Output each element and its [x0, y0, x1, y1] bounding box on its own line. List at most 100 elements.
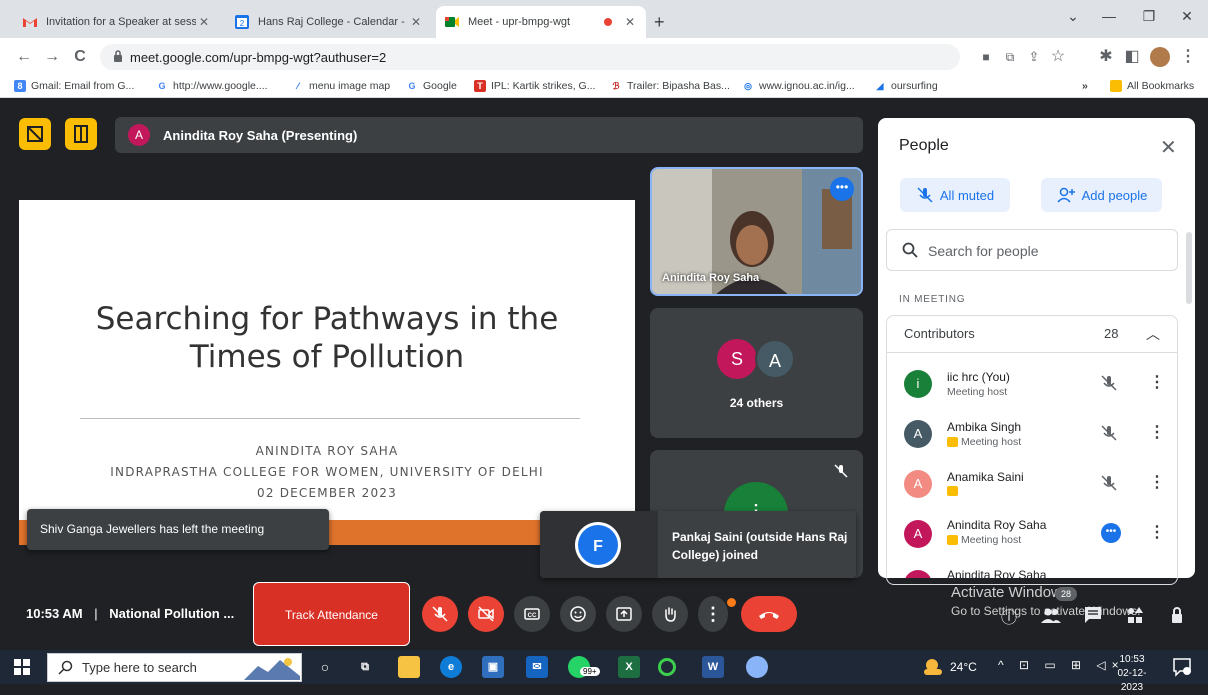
- participant-more-button[interactable]: ⋮: [1149, 372, 1165, 392]
- lock-icon[interactable]: [112, 49, 124, 63]
- menu-icon[interactable]: ⋮: [1178, 47, 1198, 67]
- extensions-icon[interactable]: ✱: [1096, 47, 1116, 67]
- tab-search-chevron-icon[interactable]: ⌄: [1058, 8, 1088, 28]
- system-tray-icons[interactable]: ^ ⊡ ▭ ⊞ ◁×: [998, 658, 1125, 672]
- all-muted-button[interactable]: All muted: [900, 178, 1010, 212]
- participant-role: Meeting host: [947, 386, 1007, 398]
- star-icon[interactable]: ☆: [1048, 47, 1068, 67]
- chevron-up-icon[interactable]: ︿: [1146, 324, 1160, 344]
- host-controls-icon[interactable]: [1166, 604, 1188, 626]
- new-tab-button[interactable]: +: [654, 12, 665, 33]
- tab-gmail[interactable]: Invitation for a Speaker at sessio ✕: [14, 6, 220, 38]
- chat-icon[interactable]: [1082, 604, 1104, 626]
- search-placeholder: Search for people: [928, 243, 1039, 259]
- contributors-label[interactable]: Contributors: [904, 326, 975, 341]
- participant-row[interactable]: A Anindita Roy Saha: [887, 558, 1177, 578]
- svg-text:CC: CC: [528, 613, 537, 619]
- others-tile[interactable]: [650, 308, 863, 438]
- panel-scrollbar[interactable]: [1186, 232, 1192, 304]
- more-bookmarks-button[interactable]: »: [1082, 80, 1088, 92]
- all-bookmarks-button[interactable]: All Bookmarks: [1110, 80, 1194, 92]
- bookmark-item[interactable]: ℬ Trailer: Bipasha Bas...: [610, 80, 730, 92]
- mail-icon[interactable]: ✉: [526, 656, 548, 678]
- chrome-icon[interactable]: [746, 656, 768, 678]
- participant-row[interactable]: A Anindita Roy Saha Meeting host ••• ⋮: [887, 508, 1177, 558]
- bookmark-item[interactable]: G Google: [406, 80, 457, 92]
- svg-text:F: F: [593, 538, 603, 555]
- participant-row[interactable]: A Ambika Singh Meeting host ⋮: [887, 408, 1177, 458]
- bookmark-item[interactable]: ⁄ menu image map: [292, 80, 390, 92]
- reload-icon[interactable]: C: [70, 47, 90, 67]
- forward-icon[interactable]: →: [42, 47, 62, 67]
- chrome-like-icon[interactable]: [658, 658, 676, 676]
- store-icon[interactable]: ▣: [482, 656, 504, 678]
- present-button[interactable]: [606, 596, 642, 632]
- leave-call-button[interactable]: [741, 596, 797, 632]
- close-panel-button[interactable]: ✕: [1160, 135, 1177, 160]
- mic-off-icon[interactable]: [1099, 373, 1119, 393]
- host-icon: [947, 486, 958, 496]
- hand-icon: [665, 607, 676, 622]
- camera-toggle-button[interactable]: [468, 596, 504, 632]
- participant-more-button[interactable]: ⋮: [1149, 472, 1165, 492]
- taskbar-temperature[interactable]: 24°C: [950, 660, 977, 674]
- share-icon[interactable]: ⇪: [1024, 47, 1044, 67]
- info-icon[interactable]: ⓘ: [998, 604, 1020, 627]
- tab-calendar[interactable]: 2 Hans Raj College - Calendar - Sa ✕: [226, 6, 432, 38]
- bookmark-label: http://www.google....: [173, 80, 268, 92]
- bookmark-item[interactable]: T IPL: Kartik strikes, G...: [474, 80, 595, 92]
- bookmark-item[interactable]: 8 Gmail: Email from G...: [14, 80, 134, 92]
- presenter-avatar: A: [128, 124, 150, 146]
- bookmark-item[interactable]: ◢ oursurfing: [874, 80, 938, 92]
- host-icon: [947, 437, 958, 447]
- camera-icon[interactable]: ■: [976, 47, 996, 67]
- activities-icon[interactable]: [1124, 604, 1146, 626]
- participant-name: Anamika Saini: [947, 470, 1024, 484]
- close-icon[interactable]: ✕: [196, 15, 212, 29]
- file-explorer-icon[interactable]: [398, 656, 420, 678]
- close-icon[interactable]: ✕: [622, 15, 638, 29]
- sidepanel-icon[interactable]: ◧: [1122, 47, 1142, 67]
- notification-center-icon[interactable]: [1172, 657, 1192, 677]
- translate-icon[interactable]: ⧉: [1000, 47, 1020, 67]
- pin-layout-button[interactable]: [65, 118, 97, 150]
- participant-row[interactable]: A Anamika Saini ⋮: [887, 458, 1177, 508]
- people-icon[interactable]: [1040, 604, 1062, 626]
- more-options-button[interactable]: ⋮: [698, 596, 728, 632]
- cortana-icon[interactable]: ○: [314, 656, 336, 678]
- participant-more-button[interactable]: ⋮: [1149, 422, 1165, 442]
- excel-icon[interactable]: X: [618, 656, 640, 678]
- captions-button[interactable]: CC: [514, 596, 550, 632]
- track-attendance-button[interactable]: Track Attendance: [253, 582, 410, 646]
- taskbar-clock[interactable]: 10:53 02-12-2023: [1107, 653, 1157, 695]
- mic-off-icon[interactable]: [1099, 423, 1119, 443]
- edge-icon[interactable]: e: [440, 656, 462, 678]
- tab-meet[interactable]: Meet - upr-bmpg-wgt ✕: [436, 6, 646, 38]
- bookmark-label: Gmail: Email from G...: [31, 80, 135, 92]
- mic-off-icon[interactable]: [1099, 473, 1119, 493]
- participant-row[interactable]: i iic hrc (You) Meeting host ⋮: [887, 358, 1177, 408]
- app-logo-icon: F: [575, 522, 621, 568]
- restore-button[interactable]: ❐: [1134, 8, 1164, 28]
- reactions-button[interactable]: [560, 596, 596, 632]
- tile-options-button[interactable]: •••: [830, 177, 854, 201]
- layout-toggle-button[interactable]: [19, 118, 51, 150]
- task-view-icon[interactable]: ⧉: [354, 656, 376, 678]
- minimize-button[interactable]: —: [1094, 8, 1124, 28]
- close-icon[interactable]: ✕: [408, 15, 424, 29]
- add-people-button[interactable]: Add people: [1041, 178, 1162, 212]
- url-text[interactable]: meet.google.com/upr-bmpg-wgt?authuser=2: [130, 50, 386, 65]
- windows-start-icon[interactable]: [14, 659, 30, 675]
- raise-hand-button[interactable]: [652, 596, 688, 632]
- participant-more-button[interactable]: ⋮: [1149, 522, 1165, 542]
- svg-text:2: 2: [240, 19, 245, 28]
- back-icon[interactable]: ←: [14, 47, 34, 67]
- gmail-icon: [22, 14, 38, 30]
- bookmark-item[interactable]: Ghttp://www.google....: [156, 80, 268, 92]
- profile-avatar[interactable]: [1150, 47, 1170, 67]
- word-icon[interactable]: W: [702, 656, 724, 678]
- mic-toggle-button[interactable]: [422, 596, 458, 632]
- window-close-button[interactable]: ✕: [1172, 8, 1202, 28]
- participant-role-label: Meeting host: [947, 386, 1008, 398]
- bookmark-item[interactable]: ◎ www.ignou.ac.in/ig...: [742, 80, 855, 92]
